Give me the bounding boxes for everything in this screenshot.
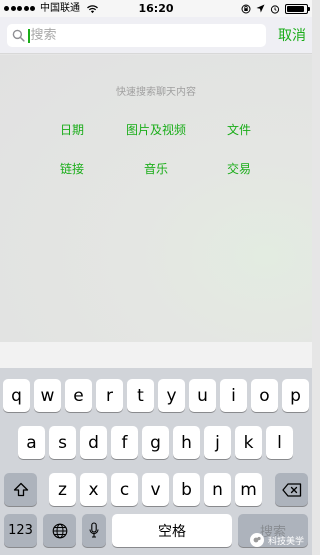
backspace-key[interactable] <box>275 473 308 506</box>
search-input[interactable] <box>30 24 251 47</box>
key-f[interactable]: f <box>111 426 138 459</box>
search-hint: 快速搜索聊天内容 <box>116 87 196 98</box>
key-x[interactable]: x <box>80 473 107 506</box>
battery-icon <box>285 3 310 14</box>
shift-key[interactable] <box>4 473 37 506</box>
category-links[interactable]: 链接 <box>27 160 117 177</box>
search-bar: 取消 <box>0 17 312 54</box>
key-g[interactable]: g <box>142 426 169 459</box>
search-box[interactable] <box>7 24 266 47</box>
key-h[interactable]: h <box>173 426 200 459</box>
key-r[interactable]: r <box>96 379 123 412</box>
key-l[interactable]: l <box>266 426 293 459</box>
backspace-icon <box>281 482 301 497</box>
search-suggestions-area: 快速搜索聊天内容 日期 图片及视频 文件 链接 音乐 交易 <box>0 55 312 342</box>
key-y[interactable]: y <box>158 379 185 412</box>
content-gap <box>0 342 312 368</box>
keyboard: qwertyuiop asdfghjkl zxcvbnm 123 空格 搜索 科… <box>0 368 312 555</box>
key-i[interactable]: i <box>220 379 247 412</box>
shift-icon <box>13 482 28 497</box>
key-j[interactable]: j <box>204 426 231 459</box>
text-cursor <box>28 28 30 43</box>
numbers-key[interactable]: 123 <box>4 514 37 547</box>
key-z[interactable]: z <box>49 473 76 506</box>
category-transactions[interactable]: 交易 <box>194 160 284 177</box>
status-right <box>241 0 310 17</box>
key-w[interactable]: w <box>34 379 61 412</box>
key-k[interactable]: k <box>235 426 262 459</box>
key-n[interactable]: n <box>204 473 231 506</box>
key-t[interactable]: t <box>127 379 154 412</box>
category-files[interactable]: 文件 <box>194 121 284 138</box>
category-photos-videos[interactable]: 图片及视频 <box>111 121 201 138</box>
watermark: 科技美学 <box>249 533 304 547</box>
search-icon <box>12 29 25 42</box>
microphone-icon <box>89 522 99 538</box>
key-d[interactable]: d <box>80 426 107 459</box>
status-bar: 中国联通 16:20 <box>0 0 312 17</box>
watermark-logo-icon <box>249 533 264 547</box>
key-q[interactable]: q <box>3 379 30 412</box>
key-u[interactable]: u <box>189 379 216 412</box>
globe-key[interactable] <box>43 514 76 547</box>
category-date[interactable]: 日期 <box>27 121 117 138</box>
battery-level <box>287 5 305 12</box>
key-c[interactable]: c <box>111 473 138 506</box>
watermark-text: 科技美学 <box>267 536 304 547</box>
key-b[interactable]: b <box>173 473 200 506</box>
key-o[interactable]: o <box>251 379 278 412</box>
lock-rotation-icon <box>241 4 251 13</box>
category-music[interactable]: 音乐 <box>111 160 201 177</box>
microphone-key[interactable] <box>82 514 106 547</box>
key-a[interactable]: a <box>18 426 45 459</box>
key-s[interactable]: s <box>49 426 76 459</box>
key-v[interactable]: v <box>142 473 169 506</box>
alarm-icon <box>270 4 280 14</box>
key-e[interactable]: e <box>65 379 92 412</box>
location-icon <box>256 4 265 13</box>
globe-icon <box>52 523 67 538</box>
key-p[interactable]: p <box>282 379 309 412</box>
cancel-button[interactable]: 取消 <box>278 25 306 45</box>
space-key[interactable]: 空格 <box>112 514 232 547</box>
key-m[interactable]: m <box>235 473 262 506</box>
